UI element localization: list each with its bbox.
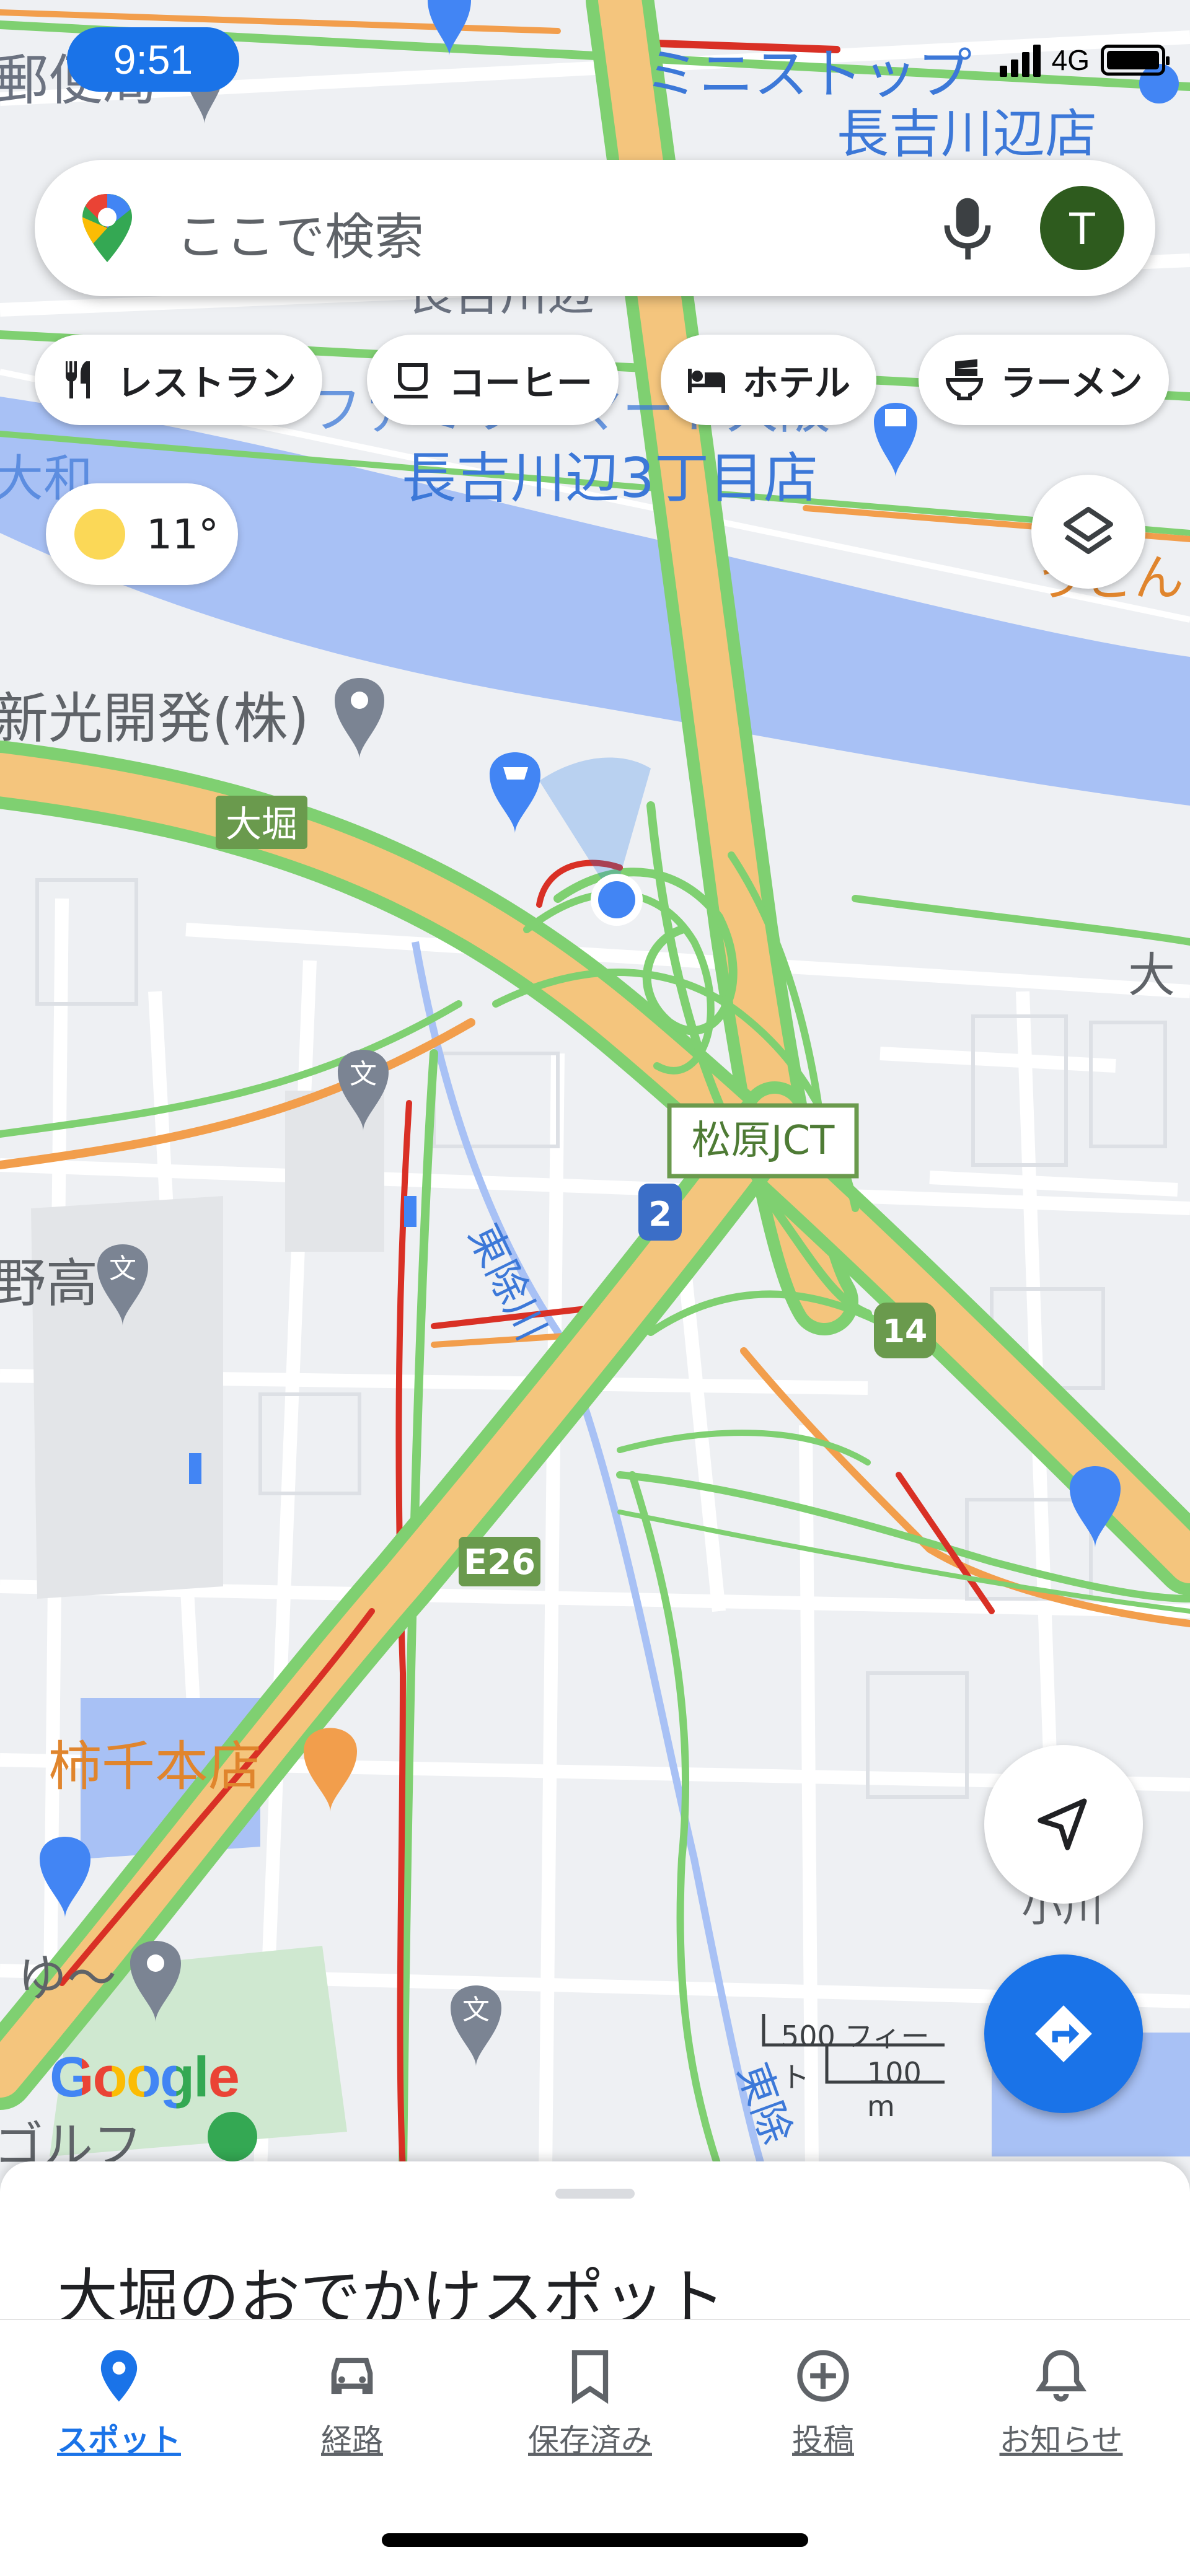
svg-text:松原JCT: 松原JCT	[692, 1118, 835, 1164]
nav-tab-saved-label: 保存済み	[528, 2422, 652, 2458]
directions-icon	[1035, 2005, 1092, 2062]
svg-text:2: 2	[648, 1195, 672, 1234]
home-indicator[interactable]	[382, 2533, 808, 2547]
nav-tab-go[interactable]: 経路	[233, 2345, 471, 2460]
search-placeholder[interactable]: ここで検索	[176, 197, 424, 269]
route-shield-14[interactable]: 14	[874, 1303, 936, 1358]
add-circle-icon	[797, 2350, 849, 2402]
svg-text:長吉川辺店: 長吉川辺店	[837, 103, 1097, 164]
cellular-signal-icon	[999, 43, 1041, 77]
ramen-bowl-icon	[945, 359, 984, 400]
layers-button[interactable]	[1031, 475, 1145, 589]
svg-text:新光開発(株): 新光開発(株)	[0, 687, 309, 750]
bell-icon	[1035, 2350, 1087, 2402]
car-icon	[331, 2357, 373, 2394]
status-indicators: 4G	[999, 43, 1170, 77]
svg-text:野高: 野高	[0, 1253, 98, 1314]
svg-text:大堀: 大堀	[226, 803, 298, 845]
google-maps-logo-icon	[82, 194, 132, 262]
network-type: 4G	[1051, 44, 1090, 76]
google-attribution: Google	[50, 2046, 240, 2109]
svg-text:ミニストップ: ミニストップ	[645, 42, 972, 106]
weather-temp: 11°	[146, 510, 219, 558]
route-shield-e26[interactable]: E26	[459, 1537, 540, 1586]
svg-text:柿千本店: 柿千本店	[48, 1736, 262, 1798]
chip-coffee[interactable]: コーヒー	[367, 335, 619, 425]
nav-tab-contribute-label: 投稿	[792, 2422, 854, 2458]
nav-tab-go-label: 経路	[321, 2422, 383, 2458]
svg-text:14: 14	[883, 1313, 927, 1350]
navigation-arrow-icon	[1038, 1798, 1087, 1850]
svg-text:文: 文	[109, 1253, 136, 1285]
chip-coffee-label: コーヒー	[449, 362, 593, 404]
blue-marker-small-2	[189, 1453, 201, 1484]
nav-tab-contribute[interactable]: 投稿	[704, 2345, 942, 2460]
directions-button[interactable]	[984, 1954, 1143, 2113]
blue-marker-small	[404, 1196, 416, 1227]
location-pin-icon	[100, 2350, 138, 2402]
nav-tab-explore-label: スポット	[57, 2422, 181, 2458]
layers-icon	[1064, 507, 1113, 554]
microphone-icon[interactable]	[940, 196, 995, 264]
svg-text:大: 大	[1128, 947, 1175, 1003]
sun-icon	[74, 509, 125, 560]
bed-icon	[688, 369, 725, 393]
bookmark-icon	[571, 2350, 609, 2404]
nav-tab-updates[interactable]: お知らせ	[942, 2345, 1180, 2460]
chip-ramen[interactable]: ラーメン	[919, 335, 1169, 425]
chip-ramen-label: ラーメン	[1000, 362, 1143, 404]
sheet-drag-handle[interactable]	[555, 2189, 635, 2199]
svg-text:ゆ～: ゆ～	[17, 1950, 117, 2007]
chip-restaurant-label: レストラン	[117, 362, 297, 404]
svg-text:文: 文	[462, 1994, 490, 2026]
map-scale: 500 フィート 100 m	[759, 2014, 957, 2123]
nav-tab-explore[interactable]: スポット	[0, 2345, 238, 2460]
matsubara-jct-label[interactable]: 松原JCT	[667, 1103, 859, 1179]
route-shield-2[interactable]: 2	[638, 1184, 682, 1241]
search-bar[interactable]: ここで検索 T	[35, 160, 1155, 296]
ohori-label-box: 大堀	[216, 796, 307, 849]
chip-hotel[interactable]: ホテル	[661, 335, 877, 425]
account-avatar[interactable]: T	[1040, 186, 1124, 270]
weather-chip[interactable]: 11°	[46, 483, 238, 585]
poi-golf-icon[interactable]	[208, 2112, 257, 2161]
svg-text:E26: E26	[464, 1542, 536, 1583]
fork-knife-icon	[66, 361, 90, 398]
chip-hotel-label: ホテル	[743, 362, 851, 404]
svg-text:文: 文	[350, 1058, 377, 1090]
coffee-cup-icon	[394, 363, 428, 398]
scale-meters-label: 100 m	[867, 2056, 922, 2123]
svg-text:長吉川辺3丁目店: 長吉川辺3丁目店	[402, 446, 818, 510]
current-location-dot	[598, 881, 635, 918]
battery-icon	[1101, 45, 1170, 76]
my-location-button[interactable]	[984, 1745, 1143, 1904]
status-time: 9:51	[67, 27, 239, 92]
chip-restaurant[interactable]: レストラン	[35, 335, 323, 425]
nav-tab-saved[interactable]: 保存済み	[471, 2345, 709, 2460]
nav-tab-updates-label: お知らせ	[999, 2422, 1123, 2458]
